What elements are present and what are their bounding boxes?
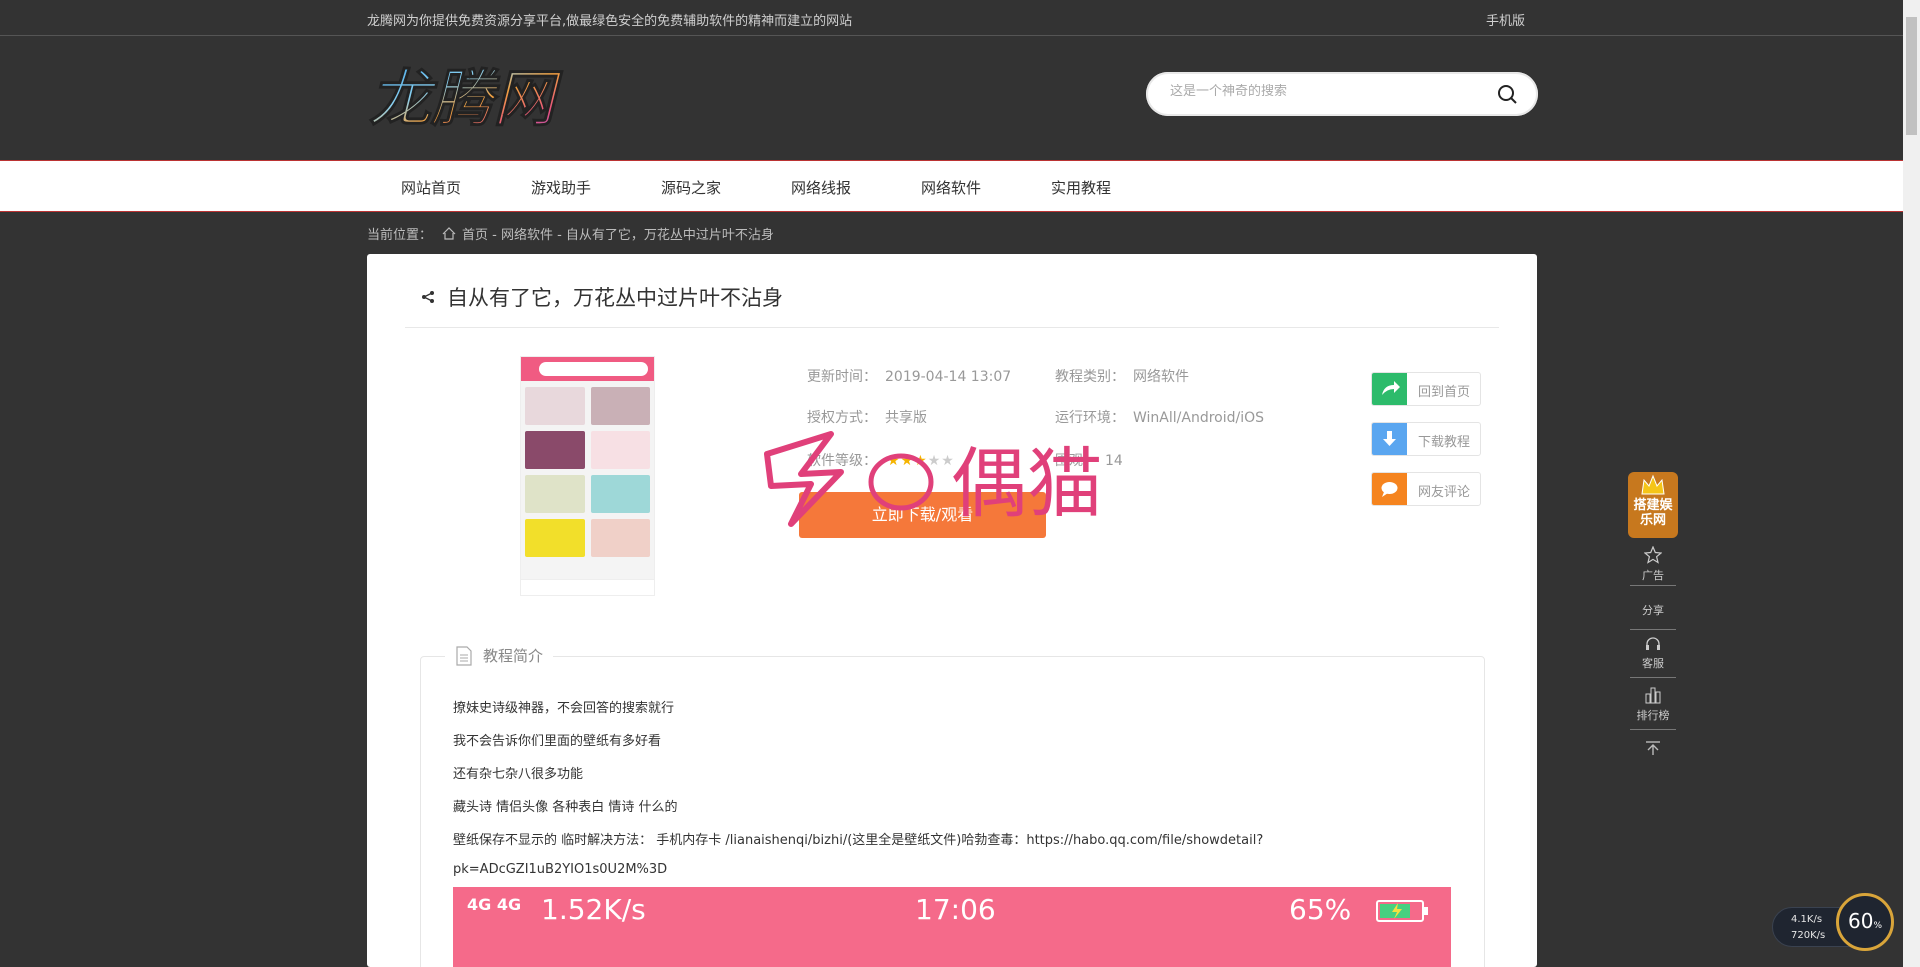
article-card: 自从有了它，万花丛中过片叶不沾身 更新时间： 2019-04-14 13:07 教… bbox=[367, 254, 1537, 967]
star-empty-icon: ★ bbox=[941, 453, 955, 469]
usage-percent: 60 bbox=[1847, 909, 1874, 933]
star-filled-icon: ★ bbox=[900, 453, 915, 469]
screenshot-speed: 1.52K/s bbox=[541, 893, 646, 926]
intro-line-6: pk=ADcGZI1uB2YIO1s0U2M%3D bbox=[453, 862, 668, 877]
headset-icon bbox=[1646, 637, 1660, 650]
rating-stars: ★★★★★ bbox=[887, 453, 955, 469]
breadcrumb: 当前位置： 首页 - 网络软件 - 自从有了它，万花丛中过片叶不沾身 bbox=[367, 224, 774, 243]
float-ad[interactable]: 广告 bbox=[1630, 544, 1676, 586]
screenshot-network: 4G 4G bbox=[467, 895, 522, 914]
download-button[interactable]: 立即下载/观看 bbox=[799, 492, 1046, 538]
breadcrumb-path[interactable]: 首页 - 网络软件 - 自从有了它，万花丛中过片叶不沾身 bbox=[462, 228, 774, 243]
article-screenshot: 4G 4G 1.52K/s 17:06 65% bbox=[453, 887, 1451, 967]
nav-item-game-helper[interactable]: 游戏助手 bbox=[531, 177, 591, 198]
usage-ring: 60% bbox=[1836, 893, 1894, 951]
back-home-action[interactable]: 回到首页 bbox=[1371, 372, 1481, 406]
views-label: 围观： bbox=[1055, 453, 1097, 469]
star-filled-icon: ★ bbox=[887, 453, 901, 469]
document-icon bbox=[456, 646, 472, 666]
app-thumbnail bbox=[520, 356, 655, 596]
article-title: 自从有了它，万花丛中过片叶不沾身 bbox=[447, 286, 783, 310]
update-value: 2019-04-14 13:07 bbox=[885, 369, 1012, 385]
back-home-label: 回到首页 bbox=[1418, 385, 1471, 400]
header: 龙腾网 bbox=[0, 36, 1920, 160]
promo-badge[interactable]: 搭建娱乐网 bbox=[1628, 472, 1678, 538]
nav-item-tutorials[interactable]: 实用教程 bbox=[1051, 177, 1111, 198]
vertical-scrollbar[interactable] bbox=[1903, 0, 1920, 967]
float-share[interactable]: 分享 bbox=[1630, 586, 1676, 630]
nav-item-source-code[interactable]: 源码之家 bbox=[661, 177, 721, 198]
usage-unit: % bbox=[1873, 921, 1882, 931]
float-service-label: 客服 bbox=[1642, 657, 1664, 670]
upload-speed: 4.1K/s bbox=[1791, 914, 1823, 925]
screenshot-time: 17:06 bbox=[915, 893, 996, 926]
star-filled-icon: ★ bbox=[914, 453, 928, 469]
intro-legend: 教程简介 bbox=[445, 645, 554, 666]
share-arrow-icon bbox=[1372, 373, 1407, 405]
category-value: 网络软件 bbox=[1133, 369, 1189, 385]
home-icon bbox=[442, 227, 456, 240]
crown-icon bbox=[1641, 474, 1665, 495]
nav-item-home[interactable]: 网站首页 bbox=[401, 177, 461, 198]
intro-legend-text: 教程简介 bbox=[483, 647, 544, 665]
comment-icon bbox=[1372, 473, 1407, 505]
info-rating: 软件等级： ★★★★★ bbox=[807, 450, 955, 470]
comments-label: 网友评论 bbox=[1418, 485, 1471, 500]
rating-label: 软件等级： bbox=[807, 453, 877, 469]
promo-badge-text: 搭建娱乐网 bbox=[1633, 498, 1673, 528]
float-ad-label: 广告 bbox=[1642, 569, 1664, 582]
update-label: 更新时间： bbox=[807, 369, 877, 385]
float-service[interactable]: 客服 bbox=[1630, 630, 1676, 678]
bar-chart-icon bbox=[1645, 687, 1661, 704]
network-meter-widget[interactable]: 4.1K/s 720K/s 60% bbox=[1772, 893, 1894, 951]
intro-line-4: 藏头诗 情侣头像 各种表白 情诗 什么的 bbox=[453, 800, 678, 815]
nav-item-software[interactable]: 网络软件 bbox=[921, 177, 981, 198]
star-icon bbox=[1643, 545, 1663, 564]
download-tutorial-label: 下载教程 bbox=[1418, 435, 1471, 450]
top-bar: 龙腾网为你提供免费资源分享平台,做最绿色安全的免费辅助软件的精神而建立的网站 手… bbox=[0, 0, 1920, 36]
back-to-top-button[interactable] bbox=[1630, 730, 1676, 770]
site-notice: 龙腾网为你提供免费资源分享平台,做最绿色安全的免费辅助软件的精神而建立的网站 bbox=[367, 14, 853, 29]
search-icon[interactable] bbox=[1496, 83, 1518, 105]
intro-line-2: 我不会告诉你们里面的壁纸有多好看 bbox=[453, 734, 662, 749]
main-nav: 网站首页 游戏助手 源码之家 网络线报 网络软件 实用教程 bbox=[0, 160, 1920, 212]
comments-action[interactable]: 网友评论 bbox=[1371, 472, 1481, 506]
env-label: 运行环境： bbox=[1055, 410, 1125, 426]
info-views: 围观： 14 bbox=[1055, 450, 1123, 470]
star-empty-icon: ★ bbox=[927, 453, 942, 469]
download-tutorial-action[interactable]: 下载教程 bbox=[1371, 422, 1481, 456]
site-logo[interactable]: 龙腾网 bbox=[367, 56, 617, 136]
screenshot-battery: 65% bbox=[1289, 893, 1352, 926]
info-license: 授权方式： 共享版 bbox=[807, 407, 927, 427]
battery-icon bbox=[1376, 900, 1428, 922]
info-env: 运行环境： WinAll/Android/iOS bbox=[1055, 407, 1264, 427]
env-value: WinAll/Android/iOS bbox=[1133, 410, 1265, 426]
views-value: 14 bbox=[1105, 453, 1123, 469]
breadcrumb-prefix: 当前位置： bbox=[367, 228, 433, 243]
arrow-up-icon bbox=[1646, 741, 1660, 755]
intro-line-1: 撩妹史诗级神器，不会回答的搜索就行 bbox=[453, 701, 675, 716]
share-icon bbox=[422, 291, 434, 303]
license-label: 授权方式： bbox=[807, 410, 877, 426]
download-speed: 720K/s bbox=[1791, 930, 1826, 941]
license-value: 共享版 bbox=[885, 410, 927, 426]
float-ranking-label: 排行榜 bbox=[1636, 709, 1670, 722]
intro-line-5: 壁纸保存不显示的 临时解决方法： 手机内存卡 /lianaishenqi/biz… bbox=[453, 833, 1264, 848]
download-icon bbox=[1372, 423, 1407, 455]
info-category: 教程类别： 网络软件 bbox=[1055, 366, 1189, 386]
search-box[interactable] bbox=[1146, 72, 1538, 116]
title-row: 自从有了它，万花丛中过片叶不沾身 bbox=[405, 280, 1499, 328]
floating-sidebar: 搭建娱乐网 广告 分享 客服 排行榜 bbox=[1628, 472, 1678, 770]
float-share-label: 分享 bbox=[1642, 604, 1664, 617]
scrollbar-thumb[interactable] bbox=[1906, 17, 1917, 135]
intro-line-3: 还有杂七杂八很多功能 bbox=[453, 767, 584, 782]
float-ranking[interactable]: 排行榜 bbox=[1630, 678, 1676, 730]
nav-item-deals[interactable]: 网络线报 bbox=[791, 177, 851, 198]
svg-text:龙腾网: 龙腾网 bbox=[369, 62, 564, 135]
category-label: 教程类别： bbox=[1055, 369, 1125, 385]
info-update: 更新时间： 2019-04-14 13:07 bbox=[807, 366, 1011, 386]
mobile-version-link[interactable]: 手机版 bbox=[1486, 10, 1525, 29]
search-input[interactable] bbox=[1170, 84, 1480, 99]
